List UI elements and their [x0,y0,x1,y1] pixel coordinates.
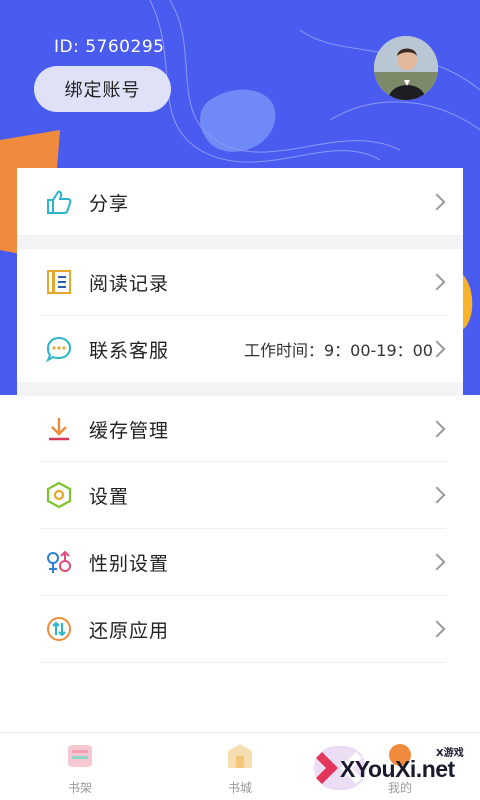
menu-label-contact-support: 联系客服 [89,339,170,362]
watermark-brand: XYouXi.net [340,756,455,782]
menu-label-reading-history: 阅读记录 [89,272,170,295]
section-divider [17,235,463,249]
chat-bubble-icon [45,336,72,363]
thumbs-up-icon [47,190,72,214]
avatar-image [374,36,438,100]
restore-circle-icon [47,617,71,641]
bookshelf-icon [68,745,92,767]
menu-item-restore-app[interactable]: 还原应用 [17,596,463,662]
chevron-right-icon [428,620,446,638]
hexagon-gear-icon [46,481,72,509]
menu-item-contact-support[interactable]: 联系客服 工作时间：9：00-19：00 [17,316,463,382]
chevron-right-icon [428,486,446,504]
menu-item-cache-management[interactable]: 缓存管理 [17,396,463,462]
menu-label-restore-app: 还原应用 [89,619,170,642]
menu-item-settings[interactable]: 设置 [17,462,463,528]
menu-label-gender-settings: 性别设置 [89,552,170,575]
row-divider [40,662,446,663]
bookstore-icon [228,744,252,768]
support-hours: 工作时间：9：00-19：00 [243,341,433,360]
tab-label-bookstore: 书城 [227,781,252,795]
menu-item-gender-settings[interactable]: 性别设置 [17,529,463,595]
book-list-icon [47,270,71,294]
chevron-right-icon [428,553,446,571]
menu-label-settings: 设置 [89,485,130,508]
bind-account-button[interactable]: 绑定账号 [34,66,171,112]
gender-symbols-icon [47,550,71,573]
section-divider [17,382,463,396]
chevron-right-icon [428,420,446,438]
tab-label-bookshelf: 书架 [67,781,92,795]
tab-bookstore[interactable]: 书城 [160,733,320,800]
user-id: ID: 5760295 [54,37,165,57]
avatar[interactable] [374,36,438,100]
watermark-tag: X游戏 [436,748,464,759]
download-icon [49,418,69,441]
menu-item-reading-history[interactable]: 阅读记录 [17,249,463,315]
menu-label-cache-management: 缓存管理 [89,419,170,442]
tab-bookshelf[interactable]: 书架 [0,733,160,800]
menu-label-share: 分享 [89,192,130,215]
chevron-right-icon [428,193,446,211]
menu-item-share[interactable]: 分享 [17,169,463,235]
chevron-right-icon [428,273,446,291]
